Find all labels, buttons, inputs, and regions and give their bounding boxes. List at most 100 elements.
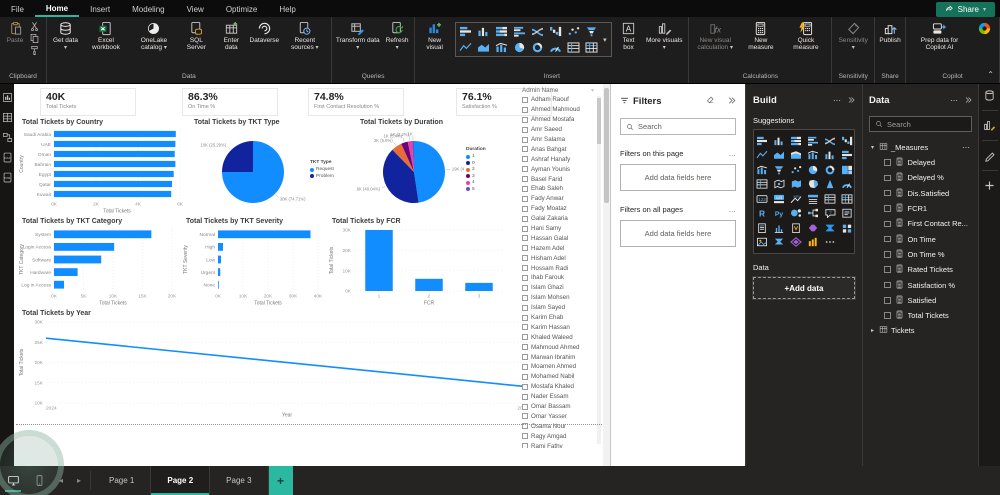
collapse-ribbon-button[interactable]: ⌃ <box>987 70 994 79</box>
chart-plot[interactable]: 0K 5K 10K 15K 20K System Login Access Software H… <box>18 225 182 311</box>
checkbox-icon[interactable] <box>522 403 528 410</box>
field-satisfaction[interactable]: Satisfaction % <box>869 277 972 292</box>
clustered-column-icon[interactable] <box>822 149 838 163</box>
chart-year[interactable]: Total Tickets by Year 10K 15K 20K 25K 30K 2024… <box>18 308 538 420</box>
menu-insert[interactable]: Insert <box>79 0 121 17</box>
more-options-icon[interactable]: … <box>729 149 737 158</box>
ribbon-recent-sources-button[interactable]: Recent sources ▾ <box>282 19 328 54</box>
map-visual-icon[interactable] <box>771 178 787 192</box>
scatter-icon[interactable] <box>788 163 804 177</box>
slicer-scrollbar[interactable] <box>597 96 601 444</box>
funnel-icon[interactable] <box>583 24 600 39</box>
share-button[interactable]: Share ▾ <box>935 2 995 17</box>
checkbox-icon[interactable] <box>522 235 528 242</box>
dax-view-icon[interactable]: DAX <box>2 152 13 163</box>
checkbox-icon[interactable] <box>522 284 528 291</box>
checkbox-icon[interactable] <box>884 205 891 212</box>
slicer-visual-icon[interactable] <box>805 192 821 206</box>
add-visual-icon[interactable] <box>983 179 996 192</box>
menu-help[interactable]: Help <box>268 0 306 17</box>
slicer-item[interactable]: Moamen Ahmed <box>512 362 602 372</box>
donut-chart-icon[interactable] <box>822 163 838 177</box>
checkbox-icon[interactable] <box>522 304 528 311</box>
slicer-item[interactable]: Mahmoud Ahmed <box>512 342 602 352</box>
power-automate2-icon[interactable] <box>771 236 787 250</box>
chevron-down-icon[interactable]: ▾ <box>591 87 594 94</box>
table-visual-icon[interactable] <box>822 192 838 206</box>
slicer-item[interactable]: Nader Essam <box>512 392 602 402</box>
checkbox-icon[interactable] <box>522 156 528 163</box>
chart-category[interactable]: Total Tickets by TKT Category 0K 5K 10K 15K 2… <box>18 216 182 308</box>
legend-item[interactable]: 3 <box>466 174 486 179</box>
stacked-bar-100-icon[interactable] <box>788 134 804 148</box>
power-apps-icon[interactable] <box>805 221 821 235</box>
qa-visual-icon[interactable]: ? <box>822 207 838 221</box>
checkbox-icon[interactable] <box>522 126 528 133</box>
slicer-item[interactable]: Rami Fathy <box>512 441 602 448</box>
mobile-layout-icon[interactable] <box>26 466 52 495</box>
power-bi-visual-icon[interactable] <box>805 236 821 250</box>
more-options-icon[interactable]: ⋯ <box>950 96 958 105</box>
decomposition-tree-icon[interactable] <box>805 207 821 221</box>
area-chart-icon[interactable] <box>475 40 492 55</box>
chevron-right-icon[interactable]: ▸ <box>869 327 876 334</box>
menu-optimize[interactable]: Optimize <box>215 0 269 17</box>
eraser-icon[interactable] <box>706 92 715 110</box>
ribbon-cut-button[interactable] <box>29 21 43 32</box>
smart-narrative-icon[interactable] <box>839 207 855 221</box>
slicer-item[interactable]: Marwan Ibrahim <box>512 352 602 362</box>
slicer-item[interactable]: Ihab Farouk <box>512 273 602 283</box>
more-ellipsis-icon[interactable] <box>822 236 838 250</box>
checkbox-icon[interactable] <box>884 251 891 258</box>
menu-modeling[interactable]: Modeling <box>121 0 175 17</box>
slicer-item[interactable]: Ragy Amgad <box>512 431 602 441</box>
custom-visual-icon[interactable] <box>839 221 855 235</box>
checkbox-icon[interactable] <box>884 220 891 228</box>
clustered-column-icon[interactable] <box>771 134 787 148</box>
menu-view[interactable]: View <box>176 0 215 17</box>
checkbox-icon[interactable] <box>522 96 528 103</box>
slicer-item[interactable]: Omar Yasser <box>512 412 602 422</box>
checkbox-icon[interactable] <box>522 324 528 331</box>
checkbox-icon[interactable] <box>522 413 528 420</box>
legend-item[interactable]: 4 <box>466 180 486 185</box>
page-tab-page-1[interactable]: Page 1 <box>93 466 152 495</box>
donut-chart-icon[interactable] <box>529 40 546 55</box>
slicer-item[interactable]: Islam Ghazi <box>512 283 602 293</box>
stacked-bar-100-icon[interactable] <box>493 24 510 39</box>
slicer-item[interactable]: Hazem Adel <box>512 243 602 253</box>
slicer-item[interactable]: Khaled Waleed <box>512 332 602 342</box>
collapse-pane-icon[interactable] <box>964 91 972 109</box>
slicer-item[interactable]: Mohamed Nabil <box>512 372 602 382</box>
more-options-icon[interactable]: ⋯ <box>833 96 841 105</box>
legend-item[interactable]: 0 <box>466 161 486 166</box>
checkbox-icon[interactable] <box>884 189 891 197</box>
table-view-icon[interactable] <box>2 112 13 123</box>
ribbon-dataverse-button[interactable]: Dataverse <box>249 19 280 46</box>
ribbon-enter-data-button[interactable]: Enter data <box>216 19 247 53</box>
line-chart-icon[interactable] <box>754 149 770 163</box>
azure-map-icon[interactable] <box>822 178 838 192</box>
chart-plot[interactable]: 0K 10K 20K 30K 1 2 3 FCR Total Tickets <box>328 225 512 311</box>
checkbox-icon[interactable] <box>522 274 528 281</box>
ribbon-new-visual-button[interactable]: New visual <box>418 19 450 53</box>
legend-item[interactable]: Request <box>310 167 334 172</box>
chart-plot[interactable]: 19K (48%)16K (40.04%)2K (5.5%)1K (3.4%)1… <box>356 126 512 214</box>
checkbox-icon[interactable] <box>522 265 528 272</box>
page-tab-page-2[interactable]: Page 2 <box>151 466 211 495</box>
checkbox-icon[interactable] <box>522 363 528 370</box>
checkbox-icon[interactable] <box>522 195 528 202</box>
more-options-icon[interactable]: ⋯ <box>962 143 972 152</box>
checkbox-icon[interactable] <box>884 297 891 304</box>
checkbox-icon[interactable] <box>522 344 528 351</box>
checkbox-icon[interactable] <box>522 245 528 252</box>
narrative-doc-icon[interactable] <box>788 221 804 235</box>
field-rated-tickets[interactable]: Rated Tickets <box>869 262 972 277</box>
report-view-icon[interactable] <box>2 92 13 103</box>
slicer-item[interactable]: Adham Raouf <box>512 95 602 105</box>
menu-home[interactable]: Home <box>34 0 80 17</box>
checkbox-icon[interactable] <box>522 373 528 380</box>
line-chart-icon[interactable] <box>457 40 474 55</box>
checkbox-icon[interactable] <box>522 146 528 153</box>
matrix-visual-icon[interactable] <box>583 40 600 55</box>
